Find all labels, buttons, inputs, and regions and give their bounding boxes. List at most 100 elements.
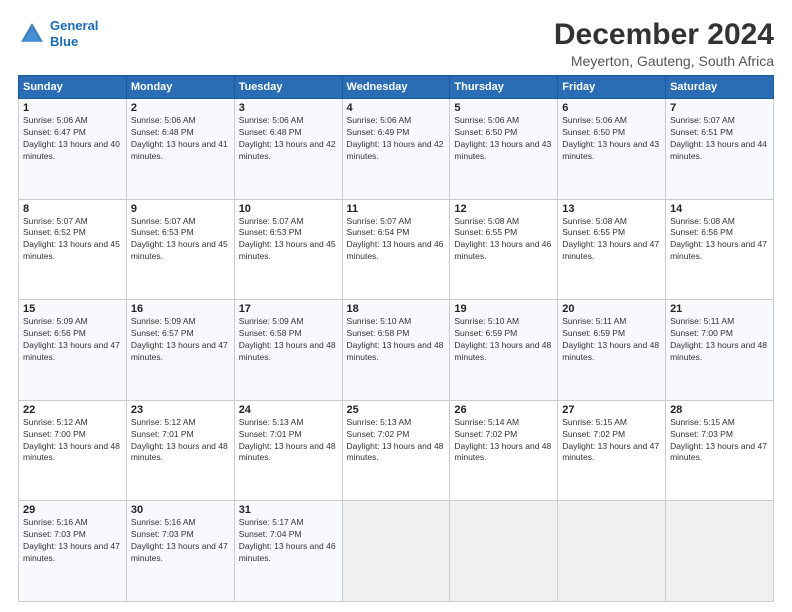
day-info: Sunrise: 5:07 AMSunset: 6:53 PMDaylight:… — [131, 216, 230, 264]
day-number: 21 — [670, 303, 769, 315]
day-number: 22 — [23, 404, 122, 416]
calendar-cell: 4Sunrise: 5:06 AMSunset: 6:49 PMDaylight… — [342, 99, 450, 200]
calendar-cell — [450, 501, 558, 602]
day-info: Sunrise: 5:12 AMSunset: 7:01 PMDaylight:… — [131, 417, 230, 465]
day-info: Sunrise: 5:13 AMSunset: 7:01 PMDaylight:… — [239, 417, 338, 465]
calendar-cell: 1Sunrise: 5:06 AMSunset: 6:47 PMDaylight… — [19, 99, 127, 200]
logo-text: General Blue — [50, 18, 98, 49]
calendar-day-header: Saturday — [666, 76, 774, 99]
calendar-day-header: Wednesday — [342, 76, 450, 99]
day-info: Sunrise: 5:10 AMSunset: 6:58 PMDaylight:… — [347, 316, 446, 364]
day-number: 28 — [670, 404, 769, 416]
logo-icon — [18, 20, 46, 48]
day-info: Sunrise: 5:06 AMSunset: 6:50 PMDaylight:… — [562, 115, 661, 163]
day-info: Sunrise: 5:16 AMSunset: 7:03 PMDaylight:… — [23, 517, 122, 565]
day-number: 14 — [670, 203, 769, 215]
calendar-cell: 3Sunrise: 5:06 AMSunset: 6:48 PMDaylight… — [234, 99, 342, 200]
header: General Blue December 2024 Meyerton, Gau… — [18, 18, 774, 69]
main-title: December 2024 — [554, 18, 774, 51]
calendar-cell: 17Sunrise: 5:09 AMSunset: 6:58 PMDayligh… — [234, 300, 342, 401]
calendar-cell: 23Sunrise: 5:12 AMSunset: 7:01 PMDayligh… — [126, 400, 234, 501]
day-info: Sunrise: 5:10 AMSunset: 6:59 PMDaylight:… — [454, 316, 553, 364]
day-info: Sunrise: 5:15 AMSunset: 7:03 PMDaylight:… — [670, 417, 769, 465]
calendar-cell — [342, 501, 450, 602]
calendar-cell: 30Sunrise: 5:16 AMSunset: 7:03 PMDayligh… — [126, 501, 234, 602]
day-number: 19 — [454, 303, 553, 315]
day-info: Sunrise: 5:15 AMSunset: 7:02 PMDaylight:… — [562, 417, 661, 465]
day-info: Sunrise: 5:09 AMSunset: 6:58 PMDaylight:… — [239, 316, 338, 364]
day-info: Sunrise: 5:14 AMSunset: 7:02 PMDaylight:… — [454, 417, 553, 465]
day-info: Sunrise: 5:08 AMSunset: 6:55 PMDaylight:… — [562, 216, 661, 264]
day-info: Sunrise: 5:08 AMSunset: 6:55 PMDaylight:… — [454, 216, 553, 264]
calendar-cell: 16Sunrise: 5:09 AMSunset: 6:57 PMDayligh… — [126, 300, 234, 401]
day-number: 29 — [23, 504, 122, 516]
day-number: 4 — [347, 102, 446, 114]
day-number: 2 — [131, 102, 230, 114]
day-number: 12 — [454, 203, 553, 215]
calendar-header-row: SundayMondayTuesdayWednesdayThursdayFrid… — [19, 76, 774, 99]
day-info: Sunrise: 5:06 AMSunset: 6:47 PMDaylight:… — [23, 115, 122, 163]
day-info: Sunrise: 5:09 AMSunset: 6:57 PMDaylight:… — [131, 316, 230, 364]
day-number: 16 — [131, 303, 230, 315]
day-number: 6 — [562, 102, 661, 114]
calendar-cell: 13Sunrise: 5:08 AMSunset: 6:55 PMDayligh… — [558, 199, 666, 300]
calendar-cell: 21Sunrise: 5:11 AMSunset: 7:00 PMDayligh… — [666, 300, 774, 401]
day-number: 24 — [239, 404, 338, 416]
calendar-cell: 26Sunrise: 5:14 AMSunset: 7:02 PMDayligh… — [450, 400, 558, 501]
day-number: 31 — [239, 504, 338, 516]
day-info: Sunrise: 5:17 AMSunset: 7:04 PMDaylight:… — [239, 517, 338, 565]
logo: General Blue — [18, 18, 98, 49]
day-info: Sunrise: 5:08 AMSunset: 6:56 PMDaylight:… — [670, 216, 769, 264]
calendar-day-header: Friday — [558, 76, 666, 99]
calendar-cell: 18Sunrise: 5:10 AMSunset: 6:58 PMDayligh… — [342, 300, 450, 401]
calendar-cell: 7Sunrise: 5:07 AMSunset: 6:51 PMDaylight… — [666, 99, 774, 200]
day-number: 23 — [131, 404, 230, 416]
calendar-day-header: Thursday — [450, 76, 558, 99]
calendar-cell: 22Sunrise: 5:12 AMSunset: 7:00 PMDayligh… — [19, 400, 127, 501]
day-info: Sunrise: 5:06 AMSunset: 6:49 PMDaylight:… — [347, 115, 446, 163]
day-info: Sunrise: 5:06 AMSunset: 6:48 PMDaylight:… — [131, 115, 230, 163]
logo-general: General — [50, 18, 98, 33]
day-info: Sunrise: 5:06 AMSunset: 6:50 PMDaylight:… — [454, 115, 553, 163]
calendar-cell: 15Sunrise: 5:09 AMSunset: 6:56 PMDayligh… — [19, 300, 127, 401]
day-number: 13 — [562, 203, 661, 215]
calendar-cell: 10Sunrise: 5:07 AMSunset: 6:53 PMDayligh… — [234, 199, 342, 300]
calendar-cell: 29Sunrise: 5:16 AMSunset: 7:03 PMDayligh… — [19, 501, 127, 602]
day-number: 27 — [562, 404, 661, 416]
calendar-cell: 25Sunrise: 5:13 AMSunset: 7:02 PMDayligh… — [342, 400, 450, 501]
day-info: Sunrise: 5:13 AMSunset: 7:02 PMDaylight:… — [347, 417, 446, 465]
calendar-cell: 12Sunrise: 5:08 AMSunset: 6:55 PMDayligh… — [450, 199, 558, 300]
calendar-cell: 19Sunrise: 5:10 AMSunset: 6:59 PMDayligh… — [450, 300, 558, 401]
calendar-cell: 11Sunrise: 5:07 AMSunset: 6:54 PMDayligh… — [342, 199, 450, 300]
day-number: 7 — [670, 102, 769, 114]
day-number: 18 — [347, 303, 446, 315]
calendar-cell: 6Sunrise: 5:06 AMSunset: 6:50 PMDaylight… — [558, 99, 666, 200]
day-number: 17 — [239, 303, 338, 315]
day-number: 8 — [23, 203, 122, 215]
day-number: 9 — [131, 203, 230, 215]
calendar-day-header: Tuesday — [234, 76, 342, 99]
calendar-cell: 8Sunrise: 5:07 AMSunset: 6:52 PMDaylight… — [19, 199, 127, 300]
day-info: Sunrise: 5:16 AMSunset: 7:03 PMDaylight:… — [131, 517, 230, 565]
calendar-cell: 9Sunrise: 5:07 AMSunset: 6:53 PMDaylight… — [126, 199, 234, 300]
calendar-day-header: Monday — [126, 76, 234, 99]
day-info: Sunrise: 5:07 AMSunset: 6:52 PMDaylight:… — [23, 216, 122, 264]
calendar-cell: 20Sunrise: 5:11 AMSunset: 6:59 PMDayligh… — [558, 300, 666, 401]
day-info: Sunrise: 5:07 AMSunset: 6:53 PMDaylight:… — [239, 216, 338, 264]
day-info: Sunrise: 5:12 AMSunset: 7:00 PMDaylight:… — [23, 417, 122, 465]
day-number: 11 — [347, 203, 446, 215]
day-number: 3 — [239, 102, 338, 114]
day-number: 26 — [454, 404, 553, 416]
title-block: December 2024 Meyerton, Gauteng, South A… — [554, 18, 774, 69]
logo-blue: Blue — [50, 34, 78, 49]
calendar-cell: 31Sunrise: 5:17 AMSunset: 7:04 PMDayligh… — [234, 501, 342, 602]
calendar-cell — [666, 501, 774, 602]
day-number: 10 — [239, 203, 338, 215]
day-info: Sunrise: 5:06 AMSunset: 6:48 PMDaylight:… — [239, 115, 338, 163]
calendar-cell: 5Sunrise: 5:06 AMSunset: 6:50 PMDaylight… — [450, 99, 558, 200]
day-number: 30 — [131, 504, 230, 516]
calendar-table: SundayMondayTuesdayWednesdayThursdayFrid… — [18, 75, 774, 602]
day-number: 1 — [23, 102, 122, 114]
day-number: 20 — [562, 303, 661, 315]
page: General Blue December 2024 Meyerton, Gau… — [0, 0, 792, 612]
